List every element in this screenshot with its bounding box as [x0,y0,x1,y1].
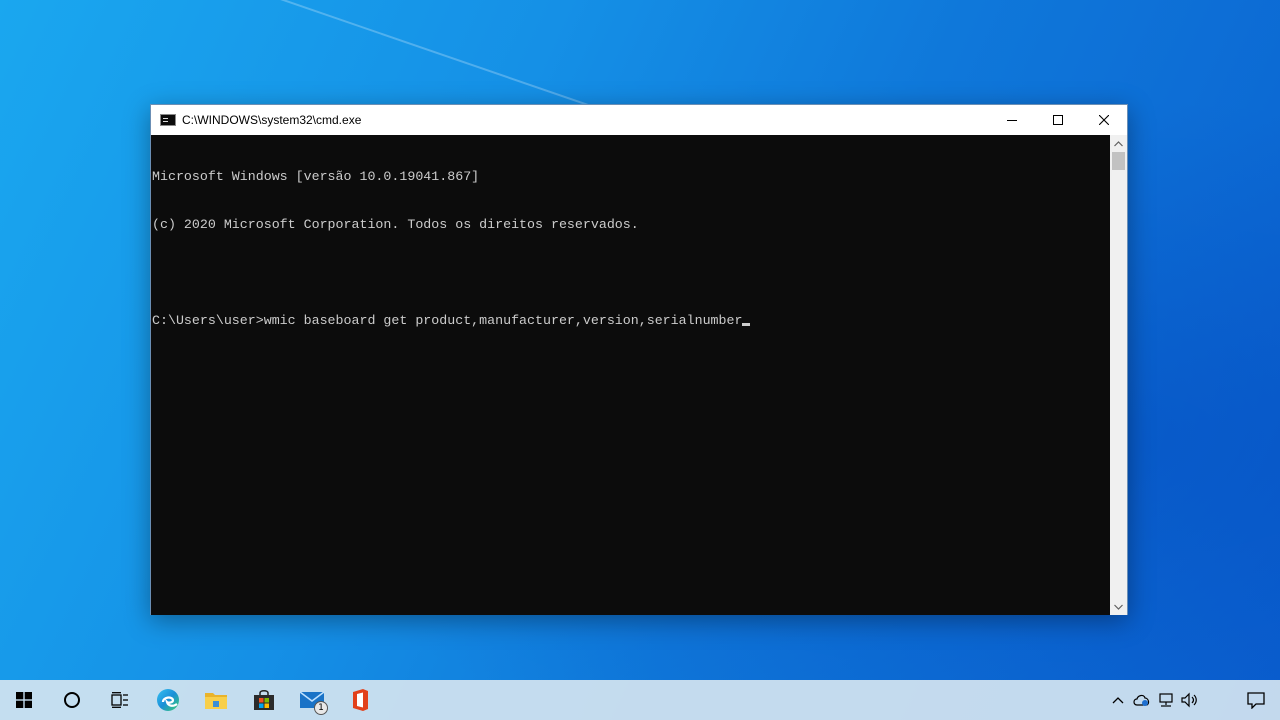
taskbar: 1 [0,680,1280,720]
store-button[interactable] [240,680,288,720]
show-hidden-icons-button[interactable] [1106,680,1130,720]
chevron-up-icon [1112,697,1124,704]
volume-button[interactable] [1178,680,1202,720]
window-controls [989,105,1127,135]
mail-button[interactable]: 1 [288,680,336,720]
minimize-button[interactable] [989,105,1035,135]
folder-icon [205,693,227,709]
window-title: C:\WINDOWS\system32\cmd.exe [182,113,362,127]
console-output[interactable]: Microsoft Windows [versão 10.0.19041.867… [151,135,1111,615]
command-line[interactable]: C:\Users\user>wmic baseboard get product… [152,313,1111,329]
scroll-up-button[interactable] [1110,135,1127,152]
file-explorer-button[interactable] [192,680,240,720]
title-bar[interactable]: C:\WINDOWS\system32\cmd.exe [151,105,1127,135]
cortana-circle-icon [64,692,80,708]
maximize-button[interactable] [1035,105,1081,135]
notification-icon [1247,692,1265,709]
scroll-down-button[interactable] [1110,598,1127,615]
windows-logo-icon [16,692,32,708]
console-line: (c) 2020 Microsoft Corporation. Todos os… [152,217,639,232]
task-view-button[interactable] [96,680,144,720]
system-tray [1106,680,1280,720]
maximize-icon [1053,115,1063,125]
cloud-sync-icon [1133,694,1150,706]
edge-button[interactable] [144,680,192,720]
command-text: C:\Users\user>wmic baseboard get product… [152,313,743,328]
close-icon [1099,115,1109,125]
start-button[interactable] [0,680,48,720]
mail-unread-badge: 1 [314,701,328,715]
action-center-button[interactable] [1232,680,1280,720]
office-button[interactable] [336,680,384,720]
cmd-window[interactable]: C:\WINDOWS\system32\cmd.exe Microsoft Wi… [150,104,1128,615]
cortana-button[interactable] [48,680,96,720]
vertical-scrollbar[interactable] [1110,135,1127,615]
network-icon [1159,693,1173,707]
onedrive-sync-button[interactable] [1130,680,1154,720]
speaker-icon [1181,692,1197,708]
edge-icon [157,689,179,711]
scroll-thumb[interactable] [1112,152,1125,170]
store-bag-icon [254,690,274,710]
chevron-up-icon [1114,140,1123,146]
task-view-icon [111,692,128,708]
close-button[interactable] [1081,105,1127,135]
minimize-icon [1007,120,1017,121]
console-line: Microsoft Windows [versão 10.0.19041.867… [152,169,480,184]
office-icon [353,689,368,711]
text-cursor [742,323,751,326]
network-button[interactable] [1154,680,1178,720]
chevron-down-icon [1114,604,1123,610]
cmd-icon[interactable] [160,114,176,126]
